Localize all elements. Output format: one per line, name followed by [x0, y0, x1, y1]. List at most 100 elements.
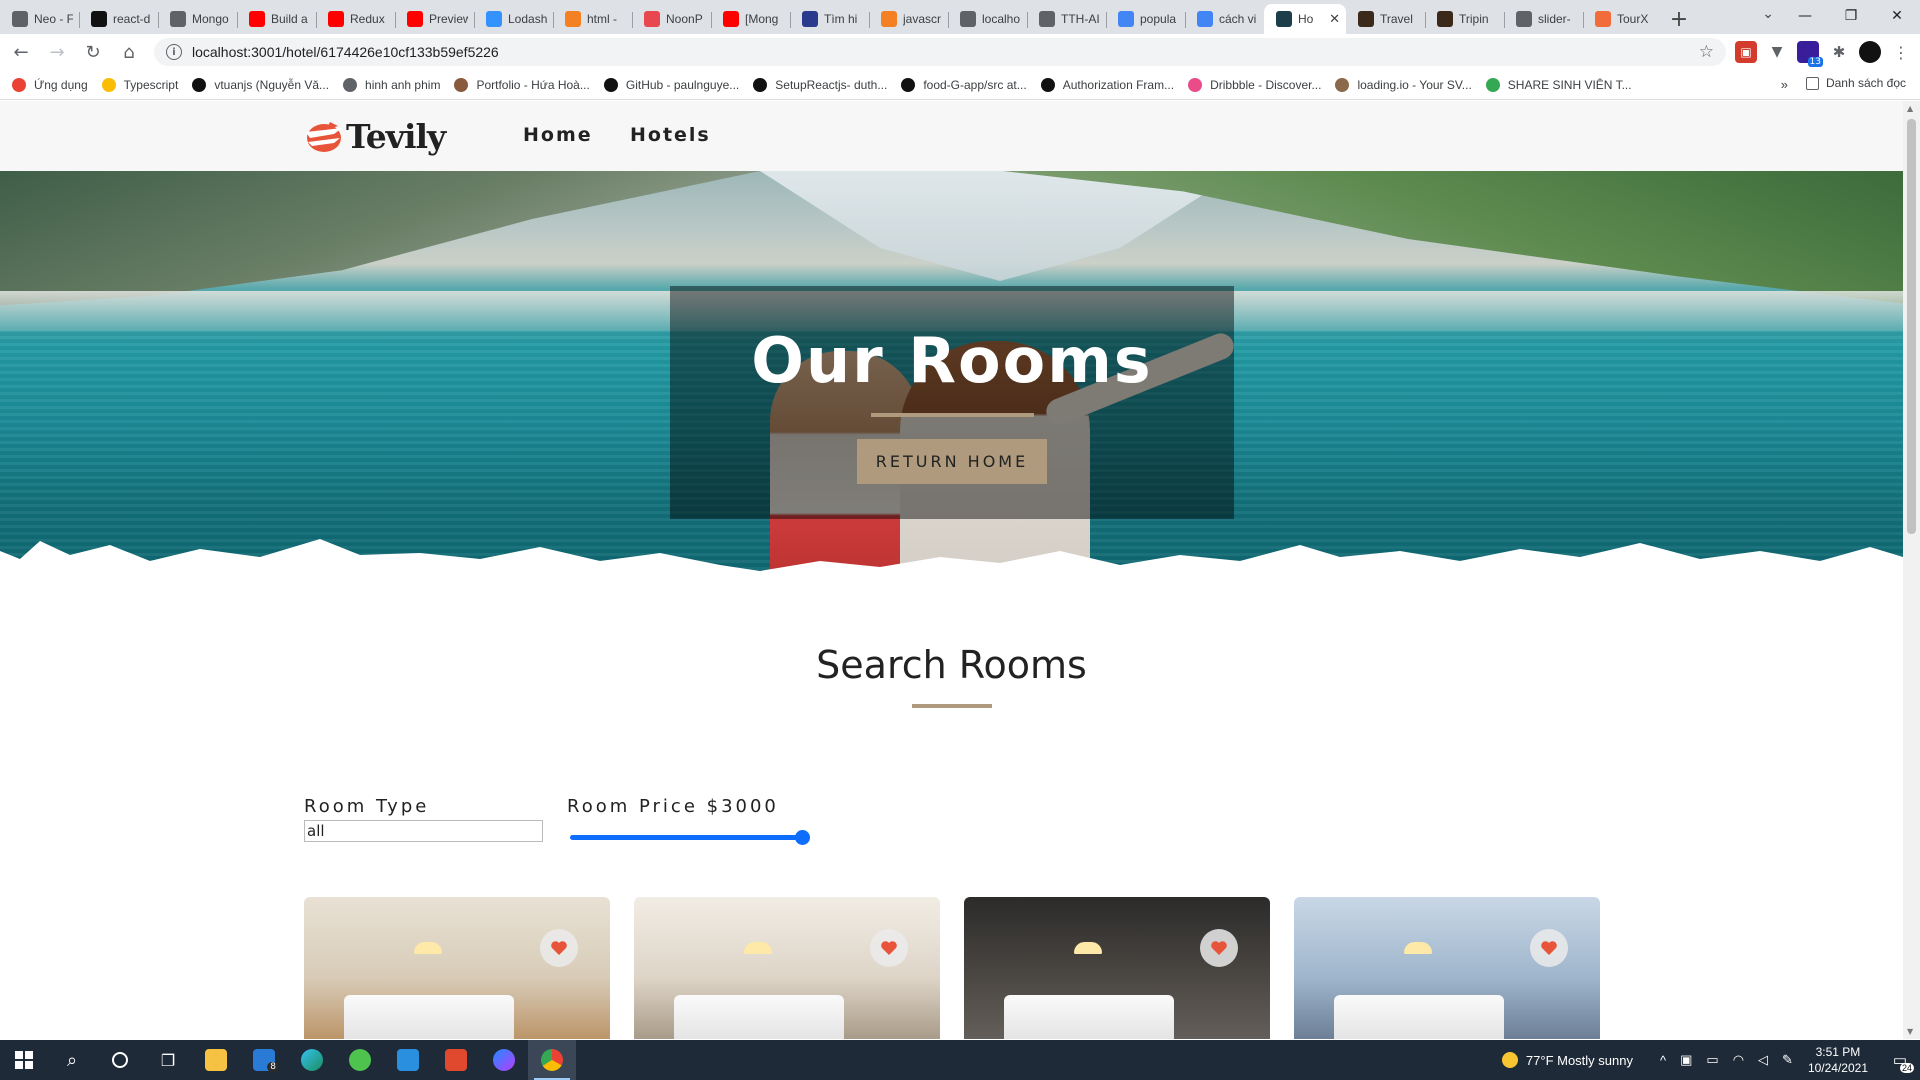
mail-icon[interactable]: 8	[240, 1040, 288, 1080]
bookmark-item[interactable]: Ứng dụng	[12, 77, 88, 92]
wifi-icon[interactable]: ◠	[1733, 1052, 1744, 1068]
search-icon[interactable]: ⌕	[48, 1040, 96, 1080]
scroll-up-icon[interactable]: ▲	[1907, 104, 1913, 113]
browser-tab[interactable]: Preview	[395, 4, 474, 34]
file-explorer-icon[interactable]	[192, 1040, 240, 1080]
bookmark-item[interactable]: vtuanjs (Nguyễn Vă...	[192, 77, 329, 92]
room-type-select[interactable]: all	[304, 820, 543, 842]
back-icon[interactable]: ←	[6, 37, 36, 67]
room-card-4[interactable]	[1294, 897, 1600, 1039]
browser-tab[interactable]: Lodash	[474, 4, 553, 34]
task-view-icon[interactable]: ❐	[144, 1040, 192, 1080]
room-price-slider-thumb[interactable]	[795, 830, 810, 845]
more-bookmarks-icon[interactable]: »	[1781, 77, 1788, 92]
bookmark-item[interactable]: food-G-app/src at...	[901, 77, 1027, 92]
browser-tab[interactable]: Neo - F	[0, 4, 79, 34]
room-price-label: Room Price $3000	[567, 796, 779, 817]
minimize-icon[interactable]: —	[1782, 0, 1828, 32]
extension-icon[interactable]: ▣	[1735, 41, 1757, 63]
reading-list[interactable]: Danh sách đọc	[1805, 76, 1906, 90]
scroll-down-icon[interactable]: ▼	[1907, 1027, 1913, 1036]
battery-icon[interactable]: ▭	[1706, 1052, 1718, 1068]
browser-tab[interactable]: Mongo	[158, 4, 237, 34]
maximize-icon[interactable]: ❐	[1828, 0, 1874, 32]
green-app-icon[interactable]	[336, 1040, 384, 1080]
browser-tab[interactable]: localho	[948, 4, 1027, 34]
room-card-2[interactable]	[634, 897, 940, 1039]
scrollbar-thumb[interactable]	[1907, 119, 1916, 534]
vscode-icon[interactable]	[384, 1040, 432, 1080]
bookmark-item[interactable]: hinh anh phim	[343, 77, 440, 92]
favorite-button[interactable]	[540, 929, 578, 967]
forward-icon[interactable]: →	[42, 37, 72, 67]
chevron-up-icon[interactable]: ^	[1660, 1053, 1666, 1068]
bookmark-item[interactable]: Authorization Fram...	[1040, 77, 1174, 92]
bookmark-item[interactable]: SHARE SINH VIÊN T...	[1485, 77, 1632, 92]
puzzle-extensions-icon[interactable]: ✱	[1828, 41, 1850, 63]
site-info-icon[interactable]: i	[166, 44, 182, 60]
return-home-button[interactable]: RETURN HOME	[856, 439, 1048, 484]
messenger-icon[interactable]	[480, 1040, 528, 1080]
bookmark-item[interactable]: Portfolio - Hứa Hoà...	[454, 77, 590, 92]
profile-avatar[interactable]	[1859, 41, 1881, 63]
new-tab-button[interactable]: +	[1662, 4, 1696, 34]
filter-extension-icon[interactable]: ▼	[1766, 41, 1788, 63]
bookmark-item[interactable]: Dribbble - Discover...	[1188, 77, 1321, 92]
browser-tab[interactable]: TTH-AI	[1027, 4, 1106, 34]
browser-tab[interactable]: TourX	[1583, 4, 1662, 34]
browser-tab[interactable]: slider-	[1504, 4, 1583, 34]
favorite-button[interactable]	[1200, 929, 1238, 967]
office-icon[interactable]	[432, 1040, 480, 1080]
bookmark-star-icon[interactable]: ☆	[1699, 42, 1714, 62]
browser-tab[interactable]: Tìm hi	[790, 4, 869, 34]
page-scrollbar[interactable]: ▲ ▼	[1903, 101, 1920, 1039]
browser-tab[interactable]: NoonP	[632, 4, 711, 34]
browser-tab-active[interactable]: Ho ✕	[1264, 4, 1346, 34]
menu-kebab-icon[interactable]: ⋮	[1890, 41, 1912, 63]
nav-hotels-link[interactable]: Hotels	[630, 124, 711, 146]
room-card-1[interactable]	[304, 897, 610, 1039]
browser-tab[interactable]: Tripin	[1425, 4, 1504, 34]
browser-tab[interactable]: html -	[553, 4, 632, 34]
weather-widget[interactable]: 77°F Mostly sunny	[1501, 1052, 1633, 1068]
browser-tab[interactable]: Travel	[1346, 4, 1425, 34]
bookmark-favicon-icon	[343, 77, 358, 92]
heart-icon	[551, 941, 567, 955]
browser-tab[interactable]: Redux	[316, 4, 395, 34]
bookmark-label: Portfolio - Hứa Hoà...	[476, 77, 590, 92]
tab-title: localho	[982, 12, 1021, 26]
address-bar[interactable]: i localhost:3001/hotel/6174426e10cf133b5…	[154, 38, 1726, 66]
nav-home-link[interactable]: Home	[523, 124, 593, 146]
bookmark-item[interactable]: loading.io - Your SV...	[1335, 77, 1472, 92]
browser-tab[interactable]: javascr	[869, 4, 948, 34]
room-card-3[interactable]	[964, 897, 1270, 1039]
cortana-icon[interactable]	[96, 1040, 144, 1080]
notification-center-icon[interactable]: ▭ 24	[1880, 1040, 1920, 1080]
edge-icon[interactable]	[288, 1040, 336, 1080]
bookmark-item[interactable]: SetupReactjs- duth...	[753, 77, 887, 92]
site-logo[interactable]: Tevily	[304, 115, 446, 157]
bookmark-item[interactable]: Typescript	[101, 77, 178, 92]
favorite-button[interactable]	[870, 929, 908, 967]
browser-tab[interactable]: react-d	[79, 4, 158, 34]
tab-search-icon[interactable]: ⌄	[1762, 6, 1774, 22]
url-text[interactable]: localhost:3001/hotel/6174426e10cf133b59e…	[192, 44, 1699, 60]
volume-icon[interactable]: ◁	[1758, 1052, 1768, 1068]
home-icon[interactable]: ⌂	[114, 37, 144, 67]
windows-start-icon[interactable]	[0, 1040, 48, 1080]
close-window-icon[interactable]: ✕	[1874, 0, 1920, 32]
meet-now-icon[interactable]: ▣	[1680, 1052, 1692, 1068]
browser-tab[interactable]: popula	[1106, 4, 1185, 34]
reload-icon[interactable]: ↻	[78, 37, 108, 67]
browser-tab[interactable]: cách vi	[1185, 4, 1264, 34]
room-price-slider-track[interactable]	[570, 835, 807, 840]
browser-tab[interactable]: [Mong	[711, 4, 790, 34]
favorite-button[interactable]	[1530, 929, 1568, 967]
chrome-icon[interactable]	[528, 1040, 576, 1080]
pen-icon[interactable]: ✎	[1782, 1052, 1793, 1068]
tab-close-icon[interactable]: ✕	[1329, 11, 1340, 27]
browser-tab[interactable]: Build a	[237, 4, 316, 34]
clock[interactable]: 3:51 PM 10/24/2021	[1808, 1044, 1868, 1076]
extension-badge-icon[interactable]: 13	[1797, 41, 1823, 67]
bookmark-item[interactable]: GitHub - paulnguye...	[603, 77, 739, 92]
